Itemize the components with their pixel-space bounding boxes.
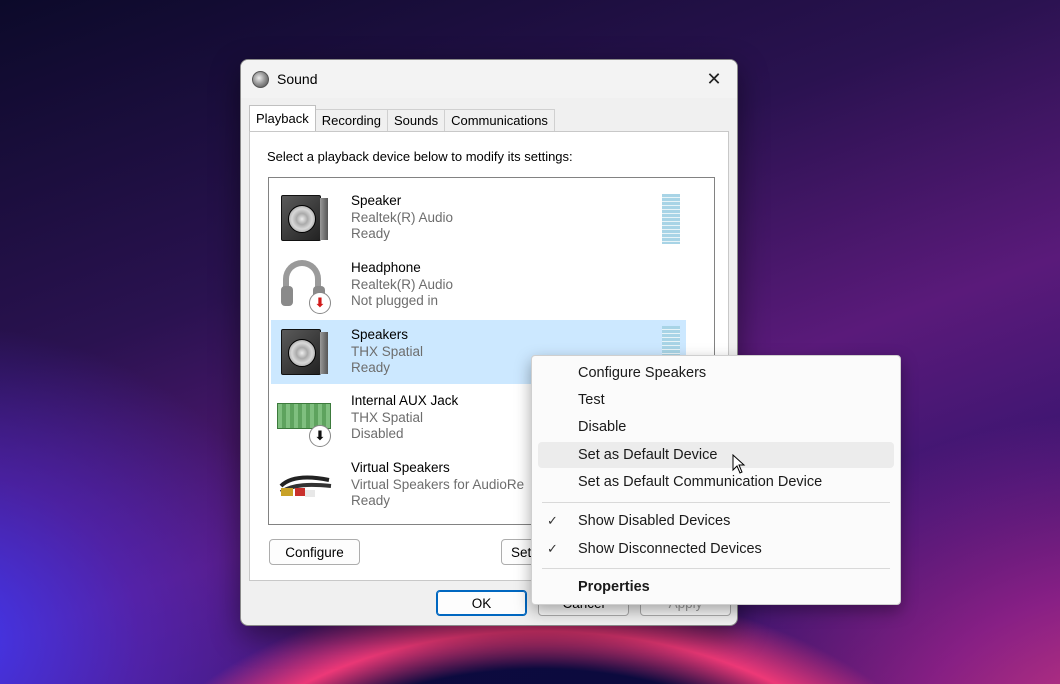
- device-status: Ready: [351, 493, 391, 509]
- configure-button[interactable]: Configure: [269, 539, 360, 565]
- menu-item-set-default-device[interactable]: Set as Default Device: [538, 442, 894, 468]
- menu-item-label: Set as Default Communication Device: [578, 474, 823, 490]
- speaker-icon: [275, 323, 335, 381]
- device-driver: THX Spatial: [351, 343, 424, 359]
- device-status: Ready: [351, 226, 391, 242]
- device-status: Disabled: [351, 426, 404, 442]
- device-name: Speaker: [351, 193, 402, 209]
- title-bar[interactable]: Sound ✕: [241, 60, 737, 98]
- circuit-board-icon: ⬇: [275, 389, 335, 447]
- close-button[interactable]: ✕: [691, 60, 737, 98]
- menu-item-label: Show Disabled Devices: [578, 513, 731, 529]
- tab-communications[interactable]: Communications: [444, 109, 555, 131]
- menu-item-label: Properties: [578, 579, 650, 595]
- device-item[interactable]: Speaker Realtek(R) Audio Ready: [271, 186, 686, 250]
- menu-item-label: Configure Speakers: [578, 365, 707, 381]
- speaker-icon: [275, 189, 335, 247]
- menu-item-configure-speakers[interactable]: Configure Speakers: [538, 360, 894, 386]
- menu-separator: [542, 568, 890, 569]
- device-driver: THX Spatial: [351, 409, 424, 425]
- unplugged-arrow-icon: ⬇: [309, 292, 331, 314]
- disabled-arrow-icon: ⬇: [309, 425, 331, 447]
- device-name: Internal AUX Jack: [351, 393, 459, 409]
- tab-sounds[interactable]: Sounds: [387, 109, 446, 131]
- ok-button[interactable]: OK: [436, 590, 527, 616]
- device-item[interactable]: ⬇ Headphone Realtek(R) Audio Not plugged…: [271, 253, 686, 317]
- menu-item-disable[interactable]: Disable: [538, 414, 894, 440]
- device-status: Ready: [351, 360, 391, 376]
- menu-item-properties[interactable]: Properties: [538, 574, 894, 600]
- tab-recording[interactable]: Recording: [314, 109, 389, 131]
- menu-item-show-disabled[interactable]: ✓ Show Disabled Devices: [538, 508, 894, 534]
- headphone-icon: ⬇: [275, 256, 335, 314]
- menu-item-test[interactable]: Test: [538, 387, 894, 413]
- device-driver: Realtek(R) Audio: [351, 276, 454, 292]
- device-name: Speakers: [351, 327, 409, 343]
- sound-app-icon: [252, 70, 269, 88]
- menu-separator: [542, 502, 890, 503]
- tab-strip: Playback Recording Sounds Communications: [249, 105, 555, 131]
- tab-playback[interactable]: Playback: [249, 105, 316, 131]
- volume-level-meter: [662, 194, 680, 244]
- device-name: Virtual Speakers: [351, 460, 450, 476]
- window-title: Sound: [277, 71, 318, 87]
- menu-item-label: Set as Default Device: [578, 447, 718, 463]
- menu-item-label: Test: [578, 392, 605, 408]
- checkmark-icon: ✓: [547, 513, 558, 528]
- rca-cable-icon: [275, 456, 335, 514]
- checkmark-icon: ✓: [547, 541, 558, 556]
- device-status: Not plugged in: [351, 293, 439, 309]
- mouse-pointer-icon: [732, 454, 746, 474]
- close-icon: ✕: [706, 68, 722, 90]
- device-context-menu: Configure Speakers Test Disable Set as D…: [531, 355, 901, 605]
- menu-item-show-disconnected[interactable]: ✓ Show Disconnected Devices: [538, 536, 894, 562]
- instruction-text: Select a playback device below to modify…: [267, 149, 573, 164]
- device-name: Headphone: [351, 260, 421, 276]
- menu-item-label: Show Disconnected Devices: [578, 541, 762, 557]
- menu-item-set-default-communication[interactable]: Set as Default Communication Device: [538, 469, 894, 495]
- device-driver: Realtek(R) Audio: [351, 209, 454, 225]
- device-driver: Virtual Speakers for AudioRe: [351, 476, 525, 492]
- menu-item-label: Disable: [578, 419, 627, 435]
